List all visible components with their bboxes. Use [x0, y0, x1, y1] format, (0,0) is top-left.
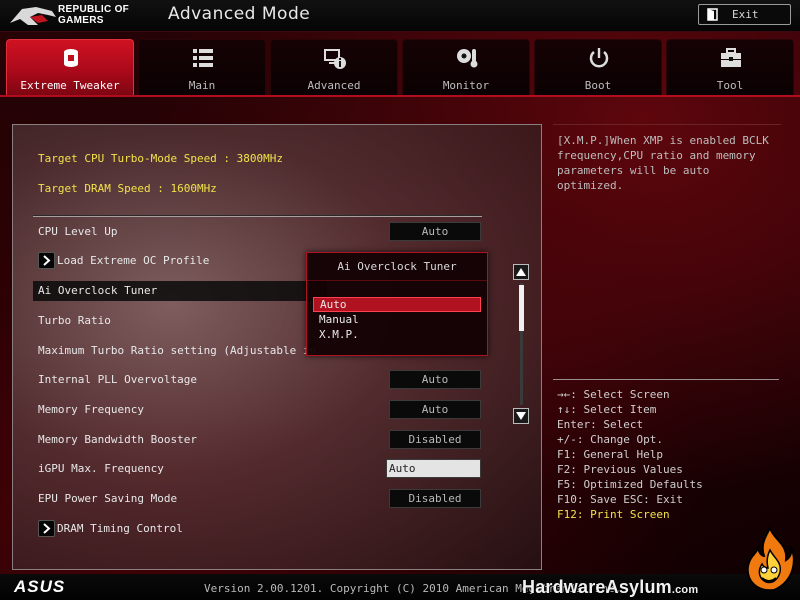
chevron-right-icon: [38, 252, 55, 269]
tab-tool[interactable]: Tool: [666, 39, 794, 95]
list-icon: [193, 49, 213, 67]
tweaker-icon: [64, 49, 78, 67]
footer-bar: ASUS Version 2.00.1201. Copyright (C) 20…: [0, 574, 800, 600]
triangle-up-icon: [516, 268, 526, 276]
setting-ai-overclock-tuner[interactable]: Ai Overclock Tuner: [33, 281, 327, 301]
setting-memory-frequency[interactable]: Memory Frequency Auto: [13, 400, 513, 420]
key-print-screen: F12: Print Screen: [557, 508, 670, 521]
key-enter-select: Enter: Select: [557, 418, 644, 431]
popup-title: Ai Overclock Tuner: [307, 253, 487, 281]
page-title: Advanced Mode: [168, 4, 311, 24]
exit-button[interactable]: Exit: [698, 4, 791, 25]
help-divider: [553, 379, 779, 380]
rog-brand-text: REPUBLIC OF GAMERS: [58, 4, 130, 26]
thermometer-fan-icon: [457, 49, 478, 68]
scrollbar-thumb[interactable]: [519, 285, 524, 331]
ai-overclock-tuner-popup: Ai Overclock Tuner Auto Manual X.M.P.: [306, 252, 488, 356]
triangle-down-icon: [516, 412, 526, 420]
chevron-right-icon: [38, 520, 55, 537]
advanced-info-icon: [324, 49, 346, 69]
scroll-up-button[interactable]: [513, 264, 529, 280]
memory-frequency-value[interactable]: Auto: [389, 400, 481, 419]
tab-extreme-tweaker[interactable]: Extreme Tweaker: [6, 39, 134, 95]
setting-igpu-max-frequency[interactable]: iGPU Max. Frequency Auto: [13, 459, 513, 479]
setting-cpu-level-up[interactable]: CPU Level Up Auto: [13, 222, 513, 242]
cpu-level-up-value[interactable]: Auto: [389, 222, 481, 241]
tab-boot[interactable]: Boot: [534, 39, 662, 95]
key-previous-values: F2: Previous Values: [557, 463, 683, 476]
flame-mascot-icon: [746, 526, 795, 592]
tab-bar-underline: [0, 95, 800, 97]
internal-pll-value[interactable]: Auto: [389, 370, 481, 389]
popup-option-manual[interactable]: Manual: [313, 313, 481, 328]
info-cpu-turbo-speed: Target CPU Turbo-Mode Speed : 3800MHz: [38, 152, 284, 165]
memory-bandwidth-value[interactable]: Disabled: [389, 430, 481, 449]
power-icon: [589, 48, 609, 68]
submenu-dram-timing-control[interactable]: DRAM Timing Control: [13, 519, 513, 539]
key-select-item: ↑↓: Select Item: [557, 403, 657, 416]
exit-door-icon: [707, 8, 718, 21]
setting-epu-power-saving[interactable]: EPU Power Saving Mode Disabled: [13, 489, 513, 509]
popup-option-auto[interactable]: Auto: [313, 297, 481, 312]
toolbox-icon: [721, 48, 741, 67]
scroll-down-button[interactable]: [513, 408, 529, 424]
watermark-text: HardwareAsylum.com: [522, 577, 699, 597]
key-general-help: F1: General Help: [557, 448, 663, 461]
section-divider: [33, 215, 482, 217]
key-select-screen: →←: Select Screen: [557, 388, 670, 401]
key-optimized-defaults: F5: Optimized Defaults: [557, 478, 703, 491]
tab-monitor[interactable]: Monitor: [402, 39, 530, 95]
key-save-exit: F10: Save ESC: Exit: [557, 493, 683, 506]
info-dram-speed: Target DRAM Speed : 1600MHz: [38, 182, 217, 195]
help-description: [X.M.P.]When XMP is enabled BCLK frequen…: [557, 134, 769, 192]
rog-logo-icon: [10, 7, 56, 25]
key-change-opt: +/-: Change Opt.: [557, 433, 663, 446]
setting-memory-bandwidth-booster[interactable]: Memory Bandwidth Booster Disabled: [13, 430, 513, 450]
asus-logo: ASUS: [14, 577, 66, 596]
setting-internal-pll-overvoltage[interactable]: Internal PLL Overvoltage Auto: [13, 370, 513, 390]
epu-power-saving-value[interactable]: Disabled: [389, 489, 481, 508]
igpu-frequency-input[interactable]: Auto: [386, 459, 481, 478]
top-bar: REPUBLIC OF GAMERS Advanced Mode Exit: [0, 0, 800, 32]
tab-main[interactable]: Main: [138, 39, 266, 95]
popup-option-xmp[interactable]: X.M.P.: [313, 328, 481, 343]
help-panel: [X.M.P.]When XMP is enabled BCLK frequen…: [553, 124, 781, 556]
key-legend: →←: Select Screen ↑↓: Select Item Enter:…: [557, 387, 779, 522]
help-top-divider: [553, 124, 781, 125]
tab-advanced[interactable]: Advanced: [270, 39, 398, 95]
